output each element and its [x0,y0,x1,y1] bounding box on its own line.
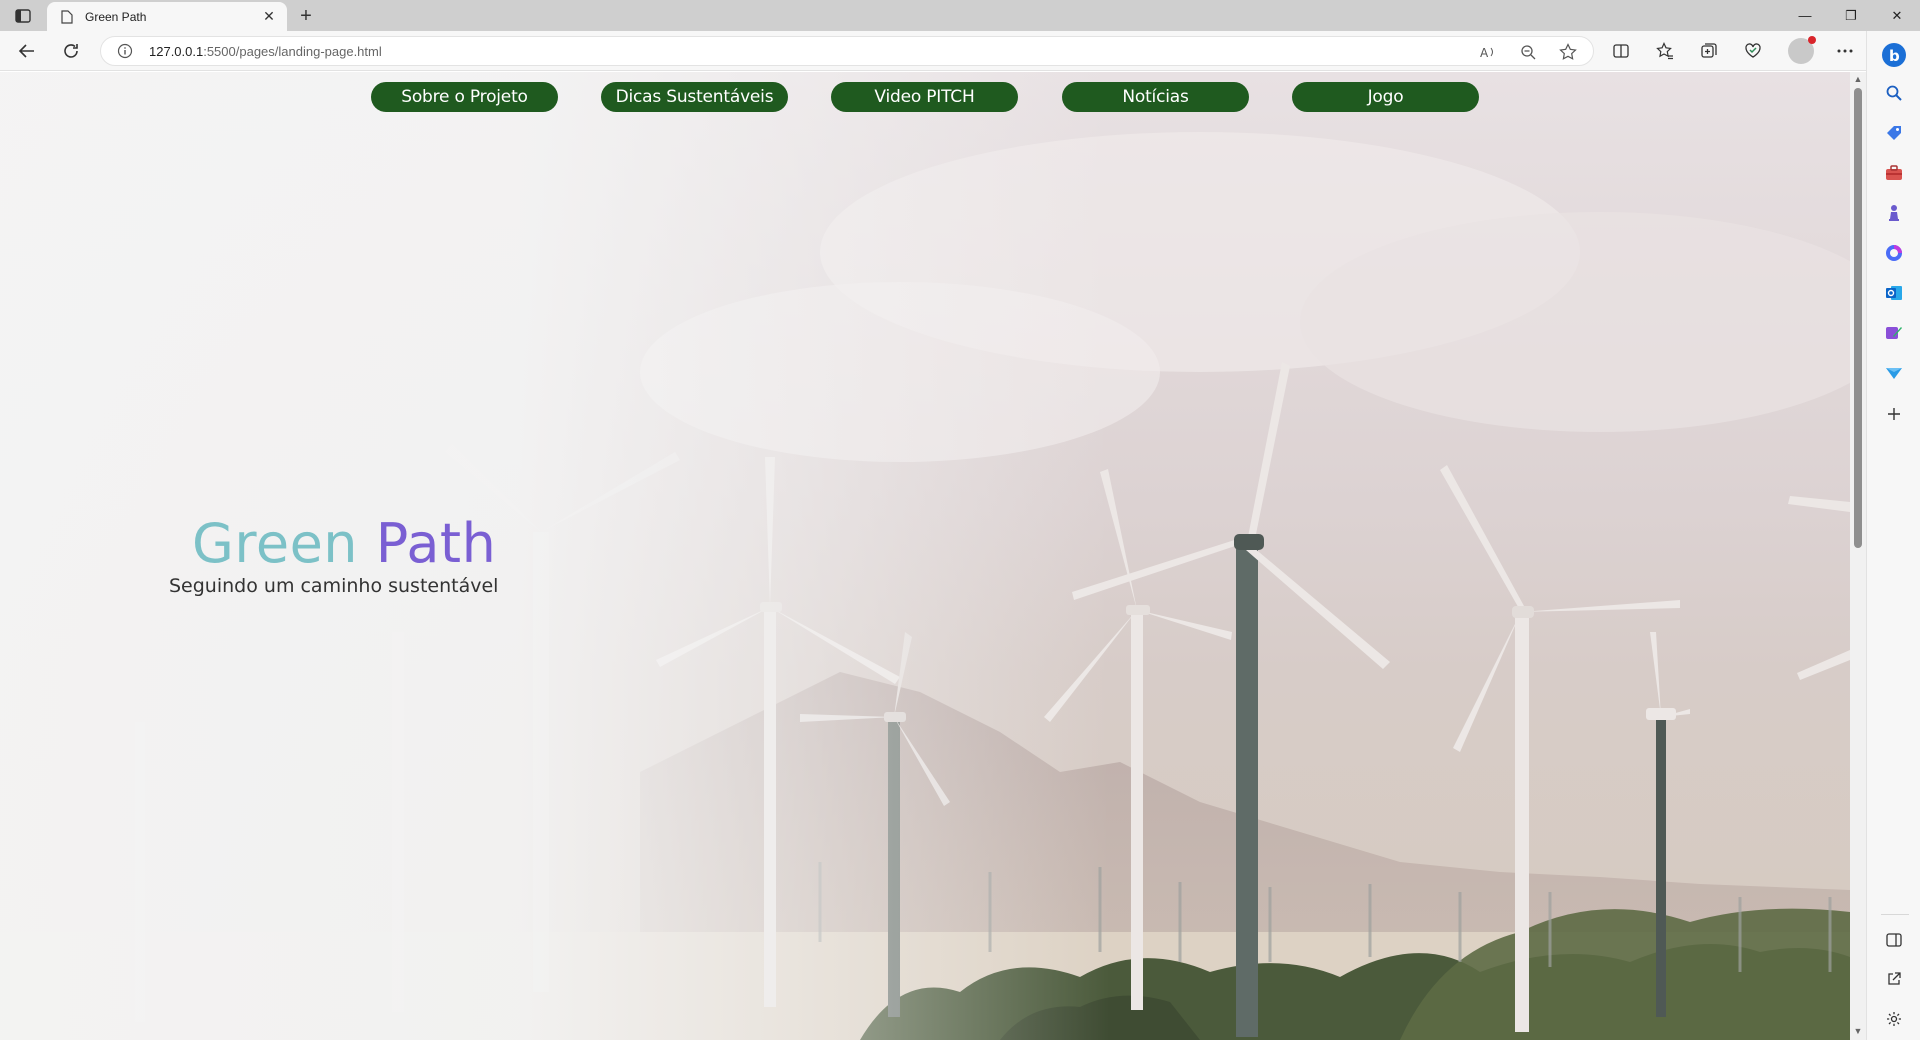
nav-sobre-o-projeto-button[interactable]: Sobre o Projeto [371,82,558,112]
shopping-tag-icon[interactable] [1883,122,1905,144]
nav-video-pitch-button[interactable]: Video PITCH [831,82,1018,112]
hide-sidebar-icon[interactable] [1883,929,1905,951]
browser-essentials-icon[interactable] [1738,37,1768,65]
url-host: 127.0.0.1 [149,44,204,59]
refresh-icon[interactable] [56,37,86,65]
hero-subtitle: Seguindo um caminho sustentável [169,575,499,597]
page-scrollbar[interactable]: ▲ ▼ [1850,72,1866,1040]
tools-briefcase-icon[interactable] [1883,162,1905,184]
favorites-icon[interactable] [1650,37,1680,65]
page-viewport: Sobre o Projeto Dicas Sustentáveis Video… [0,72,1850,1040]
new-tab-icon[interactable]: + [294,4,318,28]
svg-text:A: A [1480,46,1489,59]
designer-icon[interactable] [1883,322,1905,344]
url-text: 127.0.0.1:5500/pages/landing-page.html [149,44,382,59]
url-path: :5500/pages/landing-page.html [203,44,382,59]
copilot-icon[interactable]: b [1880,41,1908,69]
outlook-icon[interactable] [1883,282,1905,304]
restore-icon[interactable]: ❐ [1828,0,1874,31]
favorite-star-icon[interactable] [1557,42,1579,62]
more-options-icon[interactable] [1830,37,1860,65]
zoom-out-icon[interactable] [1517,42,1539,62]
edge-sidebar: b [1866,31,1920,1040]
browser-tab[interactable]: Green Path ✕ [47,2,287,31]
minimize-icon[interactable]: — [1782,0,1828,31]
search-icon[interactable] [1883,82,1905,104]
nav-noticias-button[interactable]: Notícias [1062,82,1249,112]
hero-title-green: Green [192,512,359,575]
scroll-thumb[interactable] [1854,88,1862,548]
office-icon[interactable] [1883,242,1905,264]
main-nav: Sobre o Projeto Dicas Sustentáveis Video… [0,82,1850,112]
collections-icon[interactable] [1694,37,1724,65]
back-icon[interactable] [12,37,42,65]
hero-title-path: Path [375,512,497,575]
scroll-down-icon[interactable]: ▼ [1853,1026,1863,1036]
games-chess-icon[interactable] [1883,202,1905,224]
browser-toolbar: 127.0.0.1:5500/pages/landing-page.html A [0,31,1920,71]
close-window-icon[interactable]: ✕ [1874,0,1920,31]
tab-title: Green Path [85,9,147,24]
nav-dicas-sustentaveis-button[interactable]: Dicas Sustentáveis [601,82,788,112]
address-bar[interactable]: 127.0.0.1:5500/pages/landing-page.html A [100,36,1594,66]
drop-send-icon[interactable] [1883,362,1905,384]
tab-actions-icon[interactable] [12,6,34,26]
read-aloud-icon[interactable]: A [1477,42,1499,62]
add-sidebar-app-icon[interactable] [1883,403,1905,425]
scroll-up-icon[interactable]: ▲ [1853,74,1863,84]
hero-title: Green Path [192,512,496,575]
settings-gear-icon[interactable] [1883,1008,1905,1030]
close-tab-icon[interactable]: ✕ [259,7,279,27]
sidebar-divider [1881,914,1909,915]
nav-jogo-button[interactable]: Jogo [1292,82,1479,112]
svg-text:b: b [1889,47,1900,65]
site-info-icon[interactable] [117,43,133,59]
tab-strip: Green Path ✕ + — ❐ ✕ [0,0,1920,31]
split-screen-icon[interactable] [1606,37,1636,65]
open-external-icon[interactable] [1883,968,1905,990]
profile-avatar[interactable] [1788,36,1816,64]
page-icon [59,9,75,25]
